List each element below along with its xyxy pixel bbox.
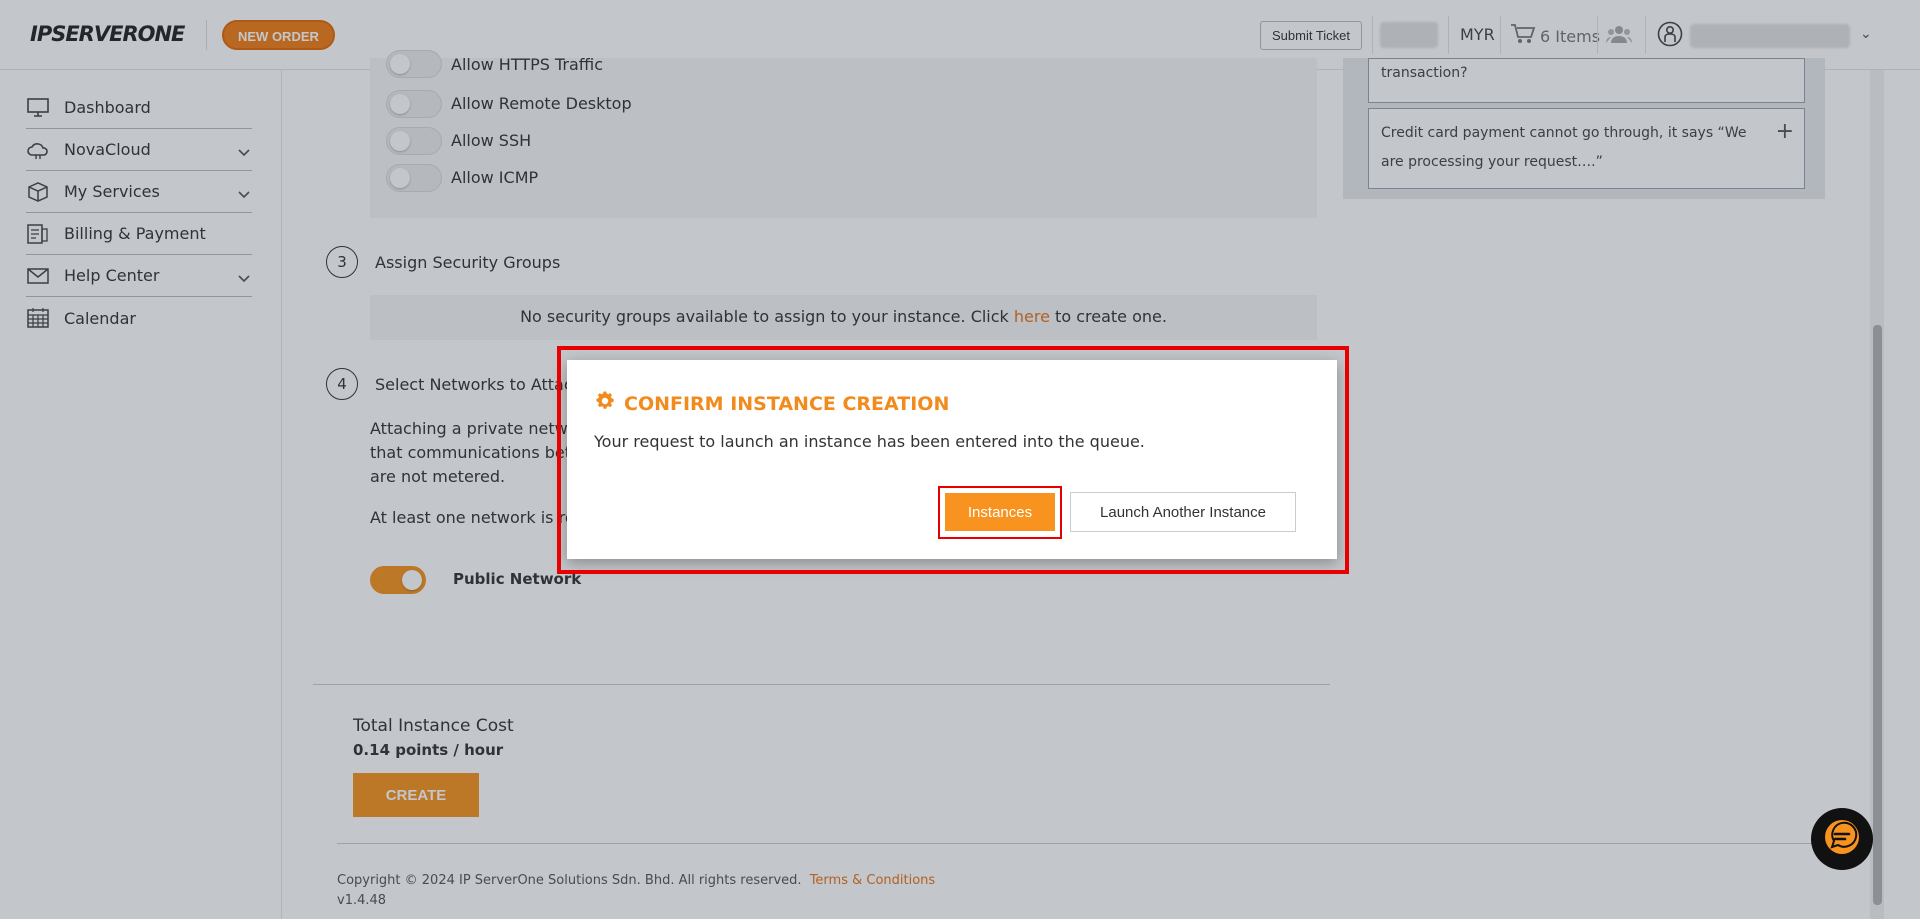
live-chat-button[interactable] — [1811, 808, 1873, 870]
modal-title: CONFIRM INSTANCE CREATION — [594, 390, 949, 417]
launch-another-instance-button[interactable]: Launch Another Instance — [1070, 492, 1296, 532]
chat-icon — [1822, 817, 1862, 861]
confirm-instance-modal: CONFIRM INSTANCE CREATION Your request t… — [567, 360, 1337, 559]
gear-icon — [594, 390, 616, 417]
instances-button[interactable]: Instances — [945, 493, 1055, 531]
modal-title-text: CONFIRM INSTANCE CREATION — [624, 392, 950, 415]
modal-message: Your request to launch an instance has b… — [594, 432, 1145, 451]
